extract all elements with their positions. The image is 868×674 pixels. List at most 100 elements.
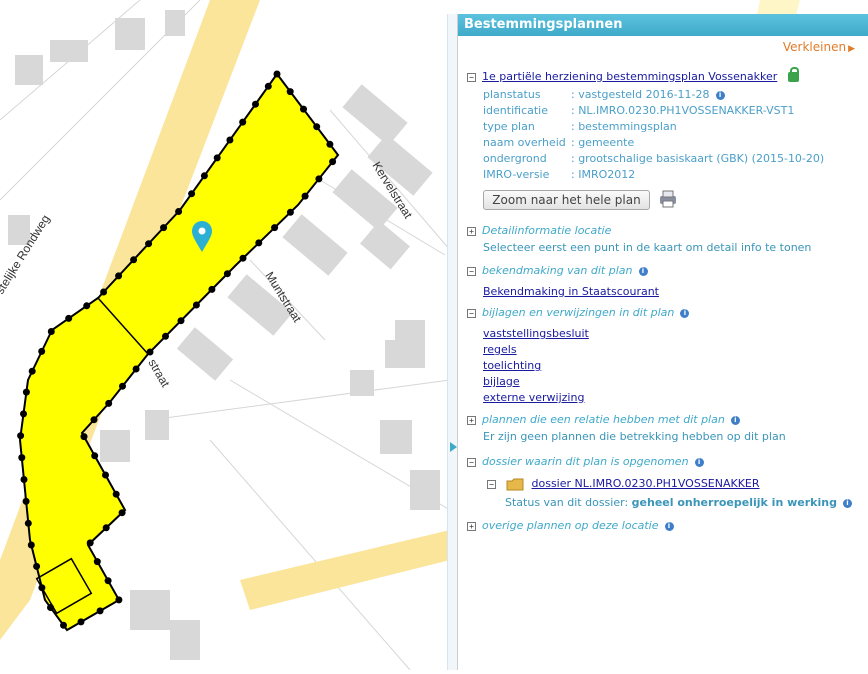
boundary-vertex	[28, 367, 36, 375]
detail-section: + Detailinformatie locatie	[467, 224, 611, 237]
attachment-link-row: vaststellingsbesluit	[483, 327, 589, 340]
boundary-vertex	[102, 471, 109, 479]
info-icon[interactable]: i	[730, 415, 740, 425]
info-icon[interactable]: i	[842, 498, 852, 508]
boundary-vertex	[300, 105, 307, 113]
expand-toggle-icon[interactable]: +	[467, 226, 476, 236]
boundary-vertex	[301, 192, 309, 200]
info-icon[interactable]: i	[715, 90, 725, 100]
boundary-vertex	[264, 82, 272, 90]
boundary-vertex	[20, 476, 28, 483]
shrink-label: Verkleinen	[782, 40, 847, 54]
boundary-vertex	[83, 302, 91, 310]
boundary-vertex	[175, 208, 183, 215]
collapse-toggle-icon[interactable]: −	[487, 479, 496, 489]
attr-identificatie: identificatie: NL.IMRO.0230.PH1VOSSENAKK…	[483, 104, 795, 117]
panel-title: Bestemmingsplannen	[458, 14, 868, 36]
attachment-link-row: regels	[483, 343, 517, 356]
expand-arrow-icon[interactable]	[450, 442, 457, 452]
zoom-to-plan-button[interactable]: Zoom naar het hele plan	[483, 190, 650, 210]
expand-toggle-icon[interactable]: +	[467, 415, 476, 425]
boundary-vertex	[239, 118, 247, 126]
boundary-vertex	[213, 154, 221, 162]
boundary-vertex	[102, 524, 110, 532]
dossier-section: − dossier waarin dit plan is opgenomen i	[467, 455, 704, 468]
bekendmaking-link-row: Bekendmaking in Staatscourant	[483, 285, 659, 298]
boundary-vertex	[18, 454, 26, 462]
boundary-vertex	[313, 123, 321, 131]
collapse-toggle-icon[interactable]: −	[467, 266, 476, 276]
plan-title-link[interactable]: 1e partiële herziening bestemmingsplan V…	[482, 70, 777, 83]
attr-type-plan: type plan: bestemmingsplan	[483, 120, 677, 133]
boundary-vertex	[162, 332, 169, 340]
info-icon[interactable]: i	[638, 266, 648, 276]
boundary-vertex	[90, 416, 98, 424]
boundary-vertex	[252, 100, 259, 108]
boundary-vertex	[329, 158, 337, 166]
collapse-toggle-icon[interactable]: −	[467, 457, 476, 467]
collapse-toggle-icon[interactable]: −	[467, 72, 476, 82]
attachment-link[interactable]: toelichting	[483, 359, 541, 372]
info-icon[interactable]: i	[680, 308, 690, 318]
boundary-vertex	[80, 433, 88, 441]
boundary-vertex	[200, 172, 208, 180]
info-icon[interactable]: i	[664, 521, 674, 531]
boundary-vertex	[20, 410, 27, 418]
boundary-vertex	[77, 618, 85, 626]
dossier-title[interactable]: dossier waarin dit plan is opgenomen	[482, 455, 689, 468]
boundary-vertex	[24, 519, 32, 527]
overige-title[interactable]: overige plannen op deze locatie	[482, 519, 659, 532]
boundary-vertex	[65, 314, 73, 322]
boundary-vertex	[112, 490, 120, 498]
attr-imro-versie: IMRO-versie: IMRO2012	[483, 168, 636, 181]
boundary-vertex	[315, 175, 323, 183]
boundary-vertex	[145, 240, 153, 248]
bijlagen-section: − bijlagen en verwijzingen in dit plan i	[467, 306, 690, 319]
dossier-link[interactable]: dossier NL.IMRO.0230.PH1VOSSENAKKER	[532, 477, 760, 490]
boundary-vertex	[119, 382, 126, 390]
info-panel: Bestemmingsplannen Verkleinen ▶ −1e parti…	[457, 14, 868, 670]
dossier-item: − dossier NL.IMRO.0230.PH1VOSSENAKKER	[487, 477, 760, 491]
boundary-vertex	[132, 365, 140, 373]
attachment-link[interactable]: externe verwijzing	[483, 391, 584, 404]
boundary-vertex	[208, 285, 216, 293]
bekendmaking-link[interactable]: Bekendmaking in Staatscourant	[483, 285, 659, 298]
detail-title[interactable]: Detailinformatie locatie	[482, 224, 611, 237]
boundary-vertex	[223, 270, 231, 278]
expand-toggle-icon[interactable]: +	[467, 521, 476, 531]
boundary-vertex	[118, 509, 126, 517]
bekendmaking-section: − bekendmaking van dit plan i	[467, 264, 648, 277]
relaties-title[interactable]: plannen die een relatie hebben met dit p…	[482, 413, 725, 426]
plan-section: −1e partiële herziening bestemmingsplan …	[467, 70, 777, 83]
boundary-vertex	[273, 70, 281, 78]
boundary-vertex	[91, 452, 99, 460]
relaties-section: + plannen die een relatie hebben met dit …	[467, 413, 740, 426]
bijlagen-title[interactable]: bijlagen en verwijzingen in dit plan	[482, 306, 674, 319]
attachment-link[interactable]: bijlage	[483, 375, 520, 388]
folder-icon	[506, 478, 523, 490]
boundary-vertex	[192, 301, 200, 309]
attachment-link-row: externe verwijzing	[483, 391, 584, 404]
boundary-vertex	[286, 88, 294, 96]
overige-section: + overige plannen op deze locatie i	[467, 519, 674, 532]
boundary-vertex	[188, 190, 196, 198]
boundary-vertex	[60, 621, 67, 629]
boundary-vertex	[326, 140, 334, 148]
printer-icon[interactable]	[656, 189, 680, 209]
collapse-toggle-icon[interactable]: −	[467, 308, 476, 318]
boundary-vertex	[115, 272, 123, 280]
info-icon[interactable]: i	[694, 457, 704, 467]
boundary-vertex	[100, 288, 108, 296]
attr-naam-overheid: naam overheid: gemeente	[483, 136, 635, 149]
boundary-vertex	[27, 541, 35, 549]
boundary-vertex	[22, 497, 30, 505]
boundary-vertex	[146, 348, 154, 356]
boundary-vertex	[96, 607, 104, 615]
attachment-link[interactable]: vaststellingsbesluit	[483, 327, 589, 340]
bekendmaking-title[interactable]: bekendmaking van dit plan	[482, 264, 633, 277]
relaties-text: Er zijn geen plannen die betrekking hebb…	[483, 430, 786, 443]
attachment-link[interactable]: regels	[483, 343, 517, 356]
shrink-button[interactable]: Verkleinen ▶	[783, 40, 855, 54]
attachment-link-row: bijlage	[483, 375, 520, 388]
boundary-vertex	[38, 347, 46, 355]
